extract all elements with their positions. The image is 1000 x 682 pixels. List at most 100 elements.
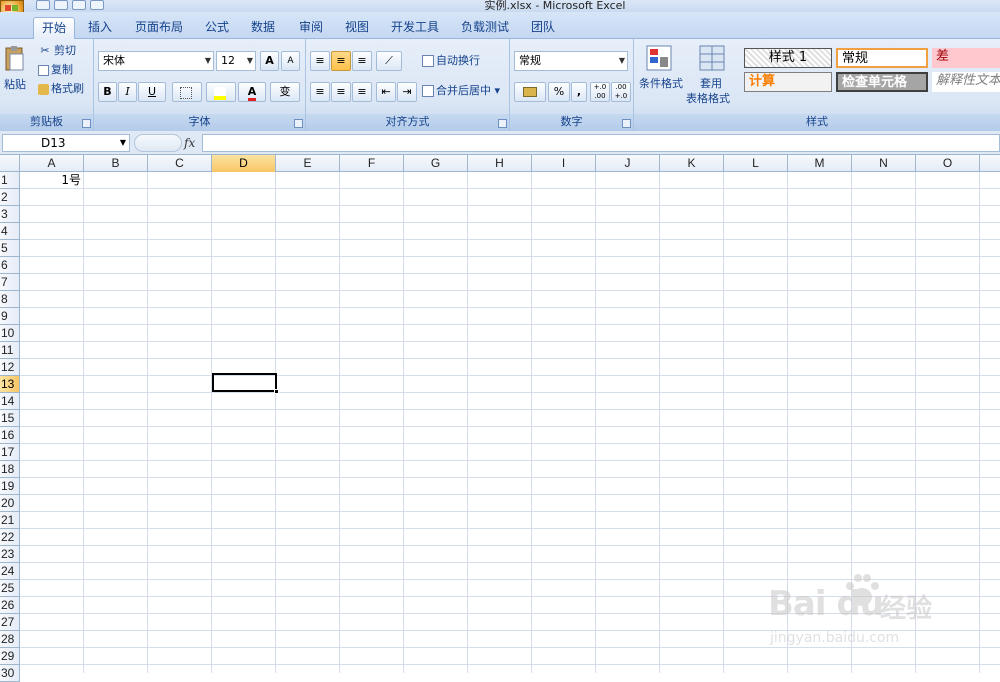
column-header-b[interactable]: B bbox=[84, 155, 148, 172]
row-header-21[interactable]: 21 bbox=[0, 512, 20, 529]
table-format-label-2[interactable]: 表格格式 bbox=[686, 90, 730, 108]
row-header-24[interactable]: 24 bbox=[0, 563, 20, 580]
row-header-28[interactable]: 28 bbox=[0, 631, 20, 648]
row-header-16[interactable]: 16 bbox=[0, 427, 20, 444]
row-header-26[interactable]: 26 bbox=[0, 597, 20, 614]
row-header-22[interactable]: 22 bbox=[0, 529, 20, 546]
row-header-15[interactable]: 15 bbox=[0, 410, 20, 427]
row-header-27[interactable]: 27 bbox=[0, 614, 20, 631]
column-header-j[interactable]: J bbox=[596, 155, 660, 172]
tab-insert[interactable]: 插入 bbox=[80, 17, 120, 39]
tab-team[interactable]: 团队 bbox=[524, 17, 562, 39]
redo-icon[interactable] bbox=[72, 0, 86, 10]
bold-button[interactable]: B bbox=[98, 82, 117, 102]
tab-review[interactable]: 审阅 bbox=[292, 17, 330, 39]
copy-button[interactable]: 复制 bbox=[38, 61, 73, 79]
tab-data[interactable]: 数据 bbox=[244, 17, 282, 39]
align-middle-button[interactable]: ≡ bbox=[331, 51, 351, 71]
row-header-20[interactable]: 20 bbox=[0, 495, 20, 512]
italic-button[interactable]: I bbox=[118, 82, 137, 102]
row-header-29[interactable]: 29 bbox=[0, 648, 20, 665]
row-header-25[interactable]: 25 bbox=[0, 580, 20, 597]
column-header-n[interactable]: N bbox=[852, 155, 916, 172]
wrap-text-button[interactable]: 自动换行 bbox=[422, 52, 480, 70]
row-header-3[interactable]: 3 bbox=[0, 206, 20, 223]
row-header-10[interactable]: 10 bbox=[0, 325, 20, 342]
column-header-f[interactable]: F bbox=[340, 155, 404, 172]
style-cell-normal[interactable]: 常规 bbox=[836, 48, 928, 68]
tab-developer[interactable]: 开发工具 bbox=[384, 17, 446, 39]
column-header-k[interactable]: K bbox=[660, 155, 724, 172]
cut-button[interactable]: ✂ 剪切 bbox=[38, 42, 76, 60]
column-header-m[interactable]: M bbox=[788, 155, 852, 172]
font-name-combo[interactable]: 宋体 ▼ bbox=[98, 51, 214, 71]
row-header-23[interactable]: 23 bbox=[0, 546, 20, 563]
row-header-7[interactable]: 7 bbox=[0, 274, 20, 291]
number-format-combo[interactable]: 常规 ▼ bbox=[514, 51, 628, 71]
save-icon[interactable] bbox=[36, 0, 50, 10]
font-launcher-icon[interactable] bbox=[294, 119, 303, 128]
column-header-d[interactable]: D bbox=[212, 155, 276, 172]
alignment-launcher-icon[interactable] bbox=[498, 119, 507, 128]
comma-button[interactable]: , bbox=[571, 82, 587, 102]
row-header-19[interactable]: 19 bbox=[0, 478, 20, 495]
phonetic-button[interactable]: 变 bbox=[270, 82, 300, 102]
align-top-button[interactable]: ≡ bbox=[310, 51, 330, 71]
orientation-button[interactable]: ⟋ bbox=[376, 51, 402, 71]
grow-font-button[interactable]: A bbox=[260, 51, 279, 71]
clipboard-launcher-icon[interactable] bbox=[82, 119, 91, 128]
row-header-5[interactable]: 5 bbox=[0, 240, 20, 257]
column-header-o[interactable]: O bbox=[916, 155, 980, 172]
select-all-corner[interactable] bbox=[0, 155, 20, 172]
number-launcher-icon[interactable] bbox=[622, 119, 631, 128]
decrease-decimal-button[interactable]: .00 +.0 bbox=[611, 82, 631, 102]
tab-page-layout[interactable]: 页面布局 bbox=[130, 17, 188, 39]
font-color-button[interactable]: A bbox=[238, 82, 266, 102]
row-header-6[interactable]: 6 bbox=[0, 257, 20, 274]
decrease-indent-button[interactable]: ⇤ bbox=[376, 82, 396, 102]
row-header-18[interactable]: 18 bbox=[0, 461, 20, 478]
column-header-l[interactable]: L bbox=[724, 155, 788, 172]
row-header-30[interactable]: 30 bbox=[0, 665, 20, 682]
row-header-11[interactable]: 11 bbox=[0, 342, 20, 359]
column-header-g[interactable]: G bbox=[404, 155, 468, 172]
row-header-9[interactable]: 9 bbox=[0, 308, 20, 325]
row-header-1[interactable]: 1 bbox=[0, 172, 20, 189]
column-header-c[interactable]: C bbox=[148, 155, 212, 172]
tab-home[interactable]: 开始 bbox=[33, 17, 75, 39]
row-header-14[interactable]: 14 bbox=[0, 393, 20, 410]
name-box[interactable]: D13 ▼ bbox=[2, 134, 130, 152]
style-cell-style1[interactable]: 样式 1 bbox=[744, 48, 832, 68]
tab-view[interactable]: 视图 bbox=[338, 17, 376, 39]
style-cell-bad[interactable]: 差 bbox=[932, 48, 1000, 68]
paste-icon[interactable] bbox=[4, 45, 26, 73]
borders-button[interactable] bbox=[172, 82, 202, 102]
fill-handle[interactable] bbox=[274, 389, 279, 394]
insert-function-icon[interactable]: fx bbox=[184, 134, 200, 152]
merge-center-button[interactable]: 合并后居中 ▾ bbox=[422, 82, 500, 100]
accounting-format-button[interactable] bbox=[514, 82, 546, 102]
align-bottom-button[interactable]: ≡ bbox=[352, 51, 372, 71]
column-header-h[interactable]: H bbox=[468, 155, 532, 172]
formula-input[interactable] bbox=[202, 134, 1000, 152]
row-header-17[interactable]: 17 bbox=[0, 444, 20, 461]
conditional-format-button[interactable]: 条件格式 bbox=[639, 75, 683, 93]
shrink-font-button[interactable]: A bbox=[281, 51, 300, 71]
table-format-icon[interactable] bbox=[699, 45, 725, 71]
row-header-13[interactable]: 13 bbox=[0, 376, 20, 393]
row-header-8[interactable]: 8 bbox=[0, 291, 20, 308]
align-center-button[interactable]: ≡ bbox=[331, 82, 351, 102]
format-painter-button[interactable]: 格式刷 bbox=[38, 80, 84, 98]
align-right-button[interactable]: ≡ bbox=[352, 82, 372, 102]
row-header-12[interactable]: 12 bbox=[0, 359, 20, 376]
style-cell-explanatory[interactable]: 解释性文本 bbox=[932, 72, 1000, 92]
column-header-a[interactable]: A bbox=[20, 155, 84, 172]
preview-icon[interactable] bbox=[90, 0, 104, 10]
font-size-combo[interactable]: 12 ▼ bbox=[216, 51, 256, 71]
row-header-2[interactable]: 2 bbox=[0, 189, 20, 206]
tab-formulas[interactable]: 公式 bbox=[198, 17, 236, 39]
tab-load-test[interactable]: 负载测试 bbox=[454, 17, 516, 39]
conditional-format-icon[interactable] bbox=[646, 45, 672, 71]
fill-color-button[interactable] bbox=[206, 82, 236, 102]
paste-button[interactable]: 粘贴 bbox=[4, 76, 26, 94]
